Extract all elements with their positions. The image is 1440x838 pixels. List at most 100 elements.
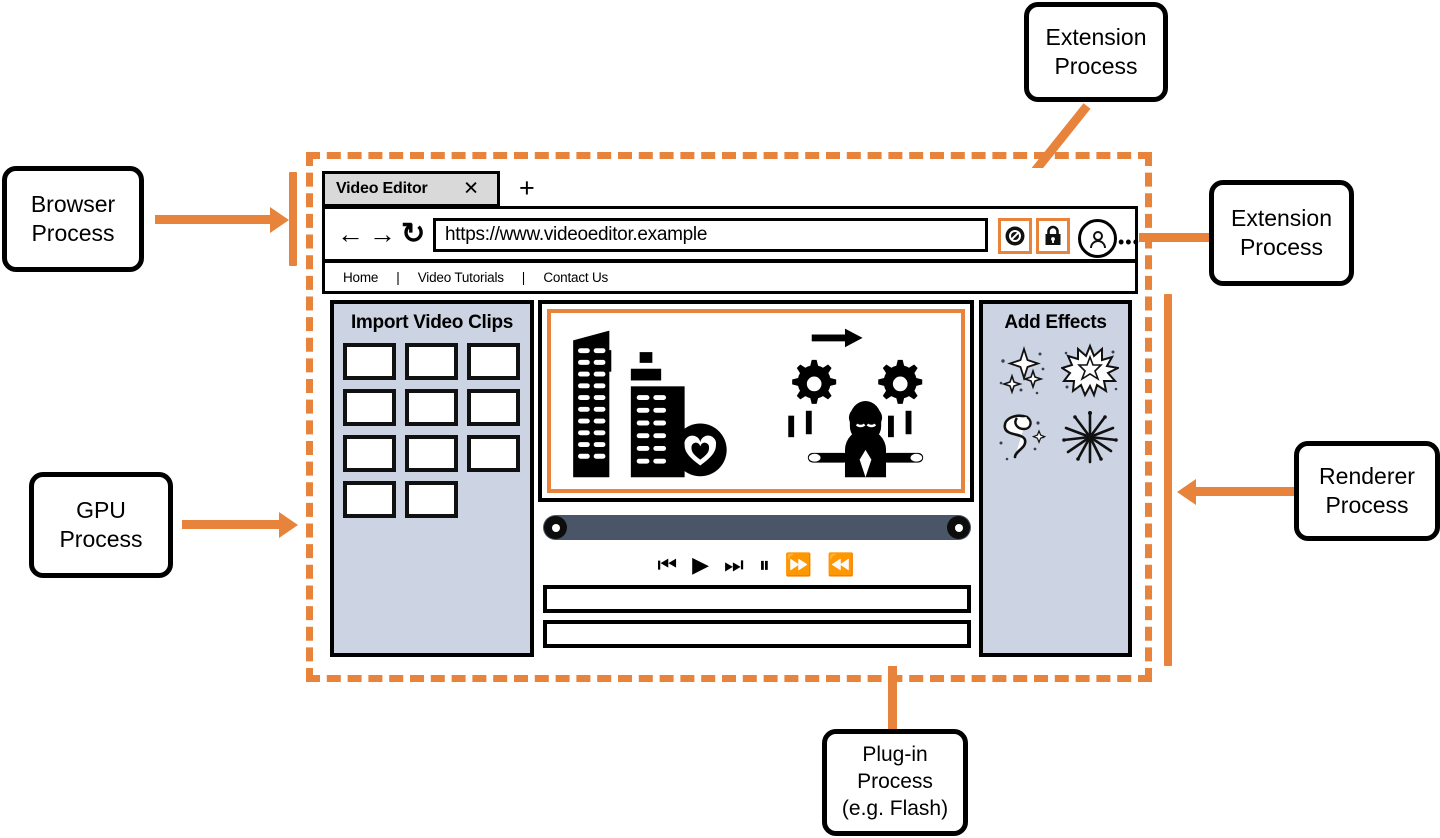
sparkle-effect-icon [999, 346, 1044, 395]
callout-plugin-process-line1: Plug-in [862, 743, 928, 767]
site-nav-separator: | [521, 269, 526, 285]
callout-extension-right-line2: Process [1239, 234, 1324, 260]
callout-plugin-process[interactable]: Plug-in Process (e.g. Flash) [822, 729, 968, 836]
callout-gpu-process-line2: Process [59, 526, 143, 552]
browser-menu-icon[interactable]: ••• [1118, 233, 1140, 251]
arrow-right-icon [811, 328, 863, 348]
browser-process-arrow-shaft [155, 215, 272, 224]
callout-plugin-process-line2: Process [857, 770, 933, 794]
rewind-button[interactable]: ⏪ [827, 554, 854, 576]
site-navigation: Home | Video Tutorials | Contact Us [322, 260, 1138, 294]
scrubber-handle-right[interactable] [947, 516, 970, 539]
gpu-process-arrow-head [279, 512, 298, 538]
callout-browser-process-line1: Browser [30, 190, 116, 217]
clip-thumbnail[interactable] [467, 435, 520, 472]
play-button[interactable]: ▶ [692, 554, 709, 576]
back-icon[interactable]: ← [337, 220, 364, 248]
reload-icon[interactable]: ↻ [401, 219, 425, 249]
tab-video-editor[interactable]: Video Editor ✕ [322, 171, 500, 207]
callout-gpu-process-line1: GPU [76, 496, 126, 523]
clip-thumbnail[interactable] [405, 389, 458, 426]
clip-thumbnail[interactable] [343, 435, 396, 472]
pause-button[interactable]: ⏸ [759, 554, 770, 576]
browser-toolbar: ← → ↻ https://www.videoeditor.example ••… [322, 206, 1140, 262]
callout-extension-top-line2: Process [1054, 53, 1138, 79]
callout-browser-process-line2: Process [31, 220, 115, 246]
clip-thumbnail[interactable] [405, 481, 458, 518]
address-bar[interactable]: https://www.videoeditor.example [433, 218, 988, 252]
page-content: Import Video Clips ⏮ ▶ ⏭ ⏸ ⏩ ⏪ Add Effec… [322, 294, 1138, 665]
clip-thumbnail[interactable] [343, 389, 396, 426]
clip-thumbnail[interactable] [405, 435, 458, 472]
import-panel-title: Import Video Clips [350, 312, 514, 333]
clip-thumbnail[interactable] [405, 343, 458, 380]
renderer-process-arrow-shaft [1196, 487, 1295, 496]
close-icon[interactable]: ✕ [463, 180, 479, 199]
extension-lock-button[interactable] [1036, 218, 1070, 254]
diagram-canvas: Browser Process GPU Process Extension Pr… [0, 0, 1440, 838]
video-preview-panel: ⏮ ▶ ⏭ ⏸ ⏩ ⏪ [538, 297, 974, 661]
media-controls: ⏮ ▶ ⏭ ⏸ ⏩ ⏪ [538, 549, 974, 581]
callout-extension-process-right[interactable]: Extension Process [1209, 180, 1354, 286]
heart-shield-icon [673, 423, 727, 477]
tab-title: Video Editor [336, 180, 428, 197]
site-nav-item-contact-us[interactable]: Contact Us [543, 270, 608, 285]
renderer-process-indicator-bar [1164, 294, 1172, 666]
block-icon [1005, 226, 1025, 246]
extension-block-button[interactable] [998, 218, 1032, 254]
callout-browser-process[interactable]: Browser Process [2, 166, 144, 272]
callout-renderer-process-line2: Process [1325, 492, 1409, 518]
scrubber-handle-left[interactable] [544, 516, 567, 539]
starburst-effect-icon-button[interactable] [1058, 340, 1122, 402]
site-nav-item-video-tutorials[interactable]: Video Tutorials [418, 270, 504, 285]
callout-extension-process-top[interactable]: Extension Process [1024, 2, 1168, 102]
browser-window: Video Editor ✕ + ← → ↻ https://www.video… [321, 168, 1139, 666]
forward-icon[interactable]: → [369, 220, 396, 248]
firework-effect-icon-button[interactable] [1058, 406, 1122, 468]
lock-icon [1045, 225, 1061, 245]
navigation-buttons: ← → ↻ [337, 219, 425, 249]
video-scrubber[interactable] [543, 515, 971, 540]
add-effects-panel: Add Effects [979, 300, 1132, 657]
effects-grid [988, 340, 1124, 468]
browser-process-indicator-bar [289, 172, 297, 266]
callout-plugin-process-line3: (e.g. Flash) [841, 796, 949, 820]
callout-renderer-process-line1: Renderer [1319, 462, 1415, 489]
clip-thumbnail[interactable] [467, 389, 520, 426]
video-preview-frame[interactable] [538, 300, 974, 502]
fast-forward-button[interactable]: ⏩ [785, 554, 812, 576]
site-nav-separator: | [396, 269, 400, 285]
new-tab-button[interactable]: + [519, 175, 535, 202]
city-buildings-icon [573, 330, 685, 478]
gear-icon [792, 359, 837, 404]
clip-thumbnail[interactable] [343, 481, 396, 518]
swirl-effect-icon [999, 414, 1046, 461]
profile-button[interactable] [1078, 219, 1117, 258]
import-video-clips-panel: Import Video Clips [330, 300, 534, 657]
tab-strip: Video Editor ✕ + [321, 168, 1139, 208]
starburst-effect-icon [1060, 343, 1119, 398]
renderer-process-arrow-head [1177, 479, 1196, 505]
timeline-track[interactable] [543, 585, 971, 613]
clip-thumbnail[interactable] [343, 343, 396, 380]
previous-track-button[interactable]: ⏮ [657, 554, 677, 576]
site-nav-item-home[interactable]: Home [343, 270, 378, 285]
clip-thumbnail[interactable] [467, 343, 520, 380]
callout-renderer-process[interactable]: Renderer Process [1294, 441, 1440, 541]
callout-gpu-process[interactable]: GPU Process [29, 472, 173, 578]
timeline-track[interactable] [543, 620, 971, 648]
sparkle-effect-icon-button[interactable] [990, 340, 1054, 402]
callout-extension-top-line1: Extension [1045, 23, 1147, 50]
browser-process-arrow-head [270, 207, 289, 233]
url-text: https://www.videoeditor.example [445, 224, 708, 245]
video-preview-canvas [547, 309, 965, 493]
gpu-process-arrow-shaft [182, 520, 281, 529]
gear-icon [878, 359, 923, 404]
effects-panel-title: Add Effects [1004, 312, 1107, 333]
profile-icon [1089, 230, 1106, 248]
callout-extension-right-line1: Extension [1230, 204, 1332, 231]
next-track-button[interactable]: ⏭ [724, 554, 744, 576]
firework-effect-icon [1061, 411, 1118, 464]
clip-thumbnail-grid [343, 343, 521, 518]
swirl-effect-icon-button[interactable] [990, 406, 1054, 468]
